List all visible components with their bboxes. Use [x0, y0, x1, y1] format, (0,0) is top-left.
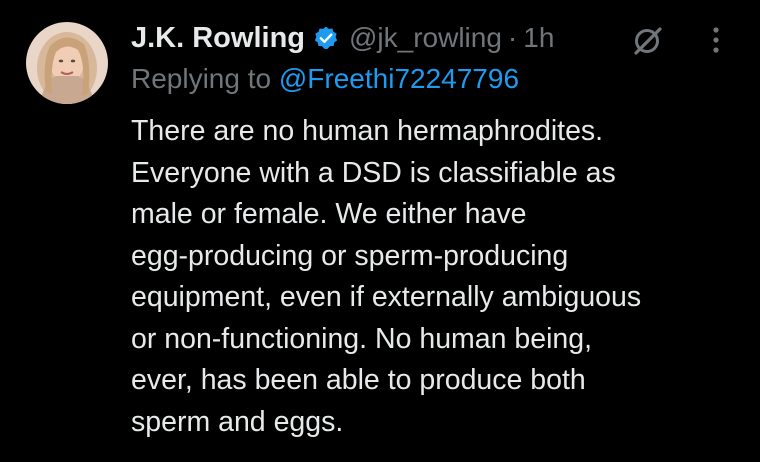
replying-to-label: Replying to — [131, 63, 279, 94]
tweet-text-line: ever, has been able to produce both — [131, 364, 586, 396]
replying-to-link[interactable]: @Freethi72247796 — [279, 63, 519, 94]
replying-to: Replying to @Freethi72247796 — [131, 63, 519, 95]
author-name[interactable]: J.K. Rowling — [131, 22, 305, 55]
tweet-text-line: or non-functioning. No human being, — [131, 322, 593, 355]
tweet-text-line: egg-producing or sperm-producing — [131, 239, 569, 272]
avatar[interactable] — [26, 22, 108, 104]
tweet-text-line: Everyone with a DSD is classifiable as — [131, 156, 616, 189]
tweet: J.K. Rowling @jk_rowling · 1h Replying t… — [0, 0, 760, 462]
tweet-header: J.K. Rowling @jk_rowling · 1h — [131, 18, 554, 58]
tweet-text: There are no human hermaphrodites. Every… — [131, 111, 741, 443]
tweet-text-line: There are no human hermaphrodites. — [131, 115, 604, 147]
more-options-icon[interactable] — [704, 22, 728, 58]
tweet-timestamp[interactable]: 1h — [523, 22, 554, 54]
grok-icon[interactable] — [630, 22, 666, 58]
author-handle[interactable]: @jk_rowling — [349, 22, 502, 54]
tweet-text-line: equipment, even if externally ambiguous — [131, 281, 642, 313]
tweet-text-line: sperm and eggs. — [131, 405, 344, 438]
verified-badge-icon — [313, 25, 339, 51]
header-separator: · — [507, 22, 518, 53]
tweet-text-line: male or female. We either have — [131, 198, 527, 230]
